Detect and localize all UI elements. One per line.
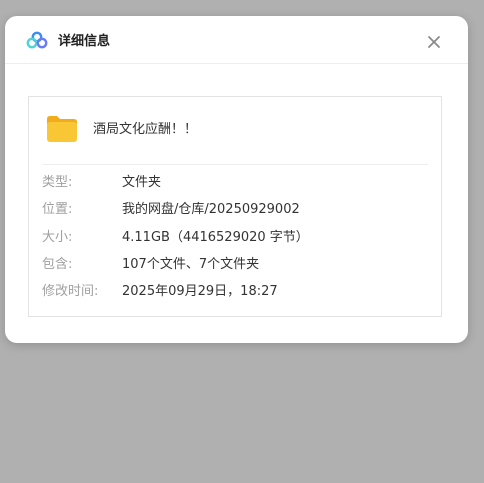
size-value: 4.11GB（4416529020 字节） (122, 230, 309, 245)
info-row-size: 大小: 4.11GB（4416529020 字节） (42, 229, 430, 247)
contains-label: 包含: (42, 257, 73, 272)
info-row-type: 类型: 文件夹 (42, 174, 430, 192)
size-label: 大小: (42, 230, 73, 245)
file-info-card: 酒局文化应酬！！ 类型: 文件夹 位置: 我的网盘/仓库/20250929002… (28, 96, 442, 317)
type-value: 文件夹 (122, 175, 162, 190)
folder-icon (46, 115, 78, 143)
close-button[interactable] (424, 32, 444, 52)
info-row-location: 位置: 我的网盘/仓库/20250929002 (42, 201, 430, 219)
location-value[interactable]: 我的网盘/仓库/20250929002 (122, 201, 300, 219)
modified-value: 2025年09月29日，18:27 (122, 284, 278, 299)
info-row-contains: 包含: 107个文件、7个文件夹 (42, 256, 430, 274)
file-details-dialog: 详细信息 酒局文化应酬！！ 类型: 文件夹 位置: 我的网盘/仓库/202509… (5, 16, 468, 343)
file-name: 酒局文化应酬！！ (93, 122, 198, 137)
divider (42, 164, 428, 165)
cloud-logo-icon (26, 31, 48, 49)
contains-value: 107个文件、7个文件夹 (122, 257, 260, 272)
info-row-modified: 修改时间: 2025年09月29日，18:27 (42, 283, 430, 301)
type-label: 类型: (42, 175, 73, 190)
close-icon[interactable] (424, 32, 444, 52)
dialog-header: 详细信息 (5, 16, 468, 64)
location-label: 位置: (42, 202, 73, 217)
modified-label: 修改时间: (42, 284, 99, 299)
dialog-title: 详细信息 (58, 34, 111, 49)
